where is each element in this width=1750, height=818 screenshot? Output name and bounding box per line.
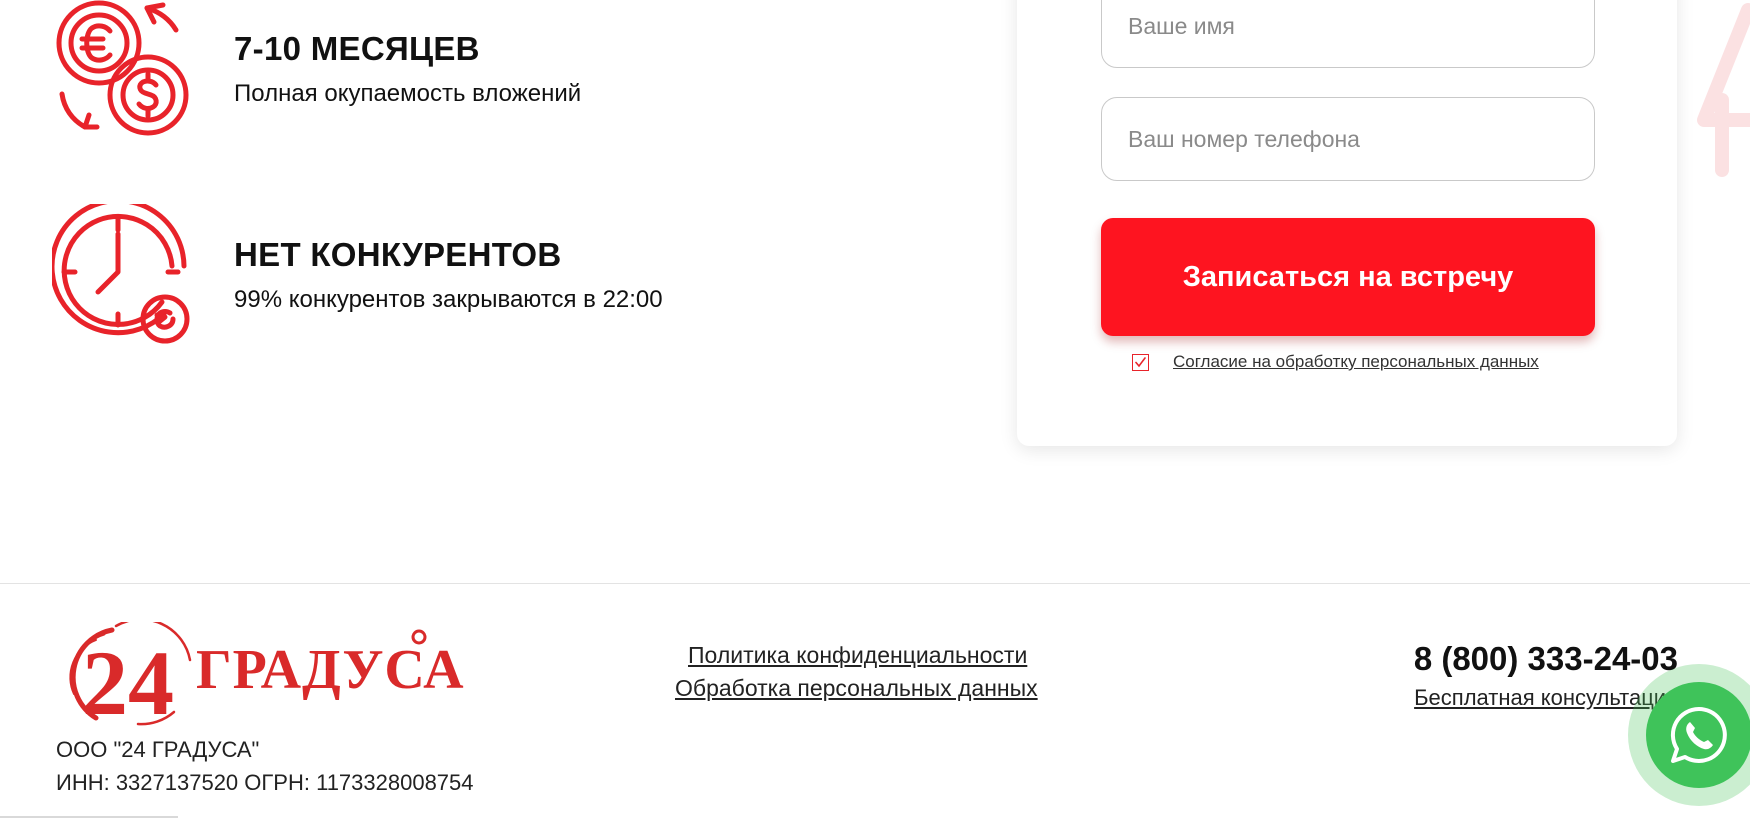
benefit-title: 7-10 МЕСЯЦЕВ bbox=[234, 30, 480, 67]
book-meeting-button[interactable]: Записаться на встречу bbox=[1101, 218, 1595, 336]
checkmark-icon bbox=[1135, 357, 1146, 368]
consent-link[interactable]: Согласие на обработку персональных данны… bbox=[1173, 352, 1539, 372]
clock-icon bbox=[52, 204, 190, 344]
company-registration: ИНН: 3327137520 ОГРН: 1173328008754 bbox=[56, 770, 474, 795]
currency-exchange-icon bbox=[56, 0, 189, 136]
whatsapp-icon bbox=[1670, 706, 1727, 763]
phone-number[interactable]: 8 (800) 333-24-03 bbox=[1390, 640, 1678, 678]
privacy-policy-link[interactable]: Политика конфиденциальности bbox=[688, 642, 1027, 669]
logo-number: 24 bbox=[82, 632, 174, 726]
background-watermark bbox=[1697, 3, 1750, 177]
consent-checkbox[interactable] bbox=[1132, 354, 1149, 371]
phone-input[interactable] bbox=[1101, 97, 1595, 181]
benefit-description: Полная окупаемость вложений bbox=[234, 80, 582, 107]
logo-word: ГРАДУСА bbox=[196, 639, 465, 701]
data-processing-link[interactable]: Обработка персональных данных bbox=[675, 675, 1038, 702]
benefit-title: НЕТ КОНКУРЕНТОВ bbox=[234, 236, 562, 273]
company-name: ООО "24 ГРАДУСА" bbox=[56, 737, 260, 762]
footer-divider bbox=[0, 583, 1750, 584]
name-input[interactable] bbox=[1101, 0, 1595, 68]
benefit-description: 99% конкурентов закрываются в 22:00 bbox=[234, 286, 663, 313]
whatsapp-button[interactable] bbox=[1646, 682, 1750, 788]
